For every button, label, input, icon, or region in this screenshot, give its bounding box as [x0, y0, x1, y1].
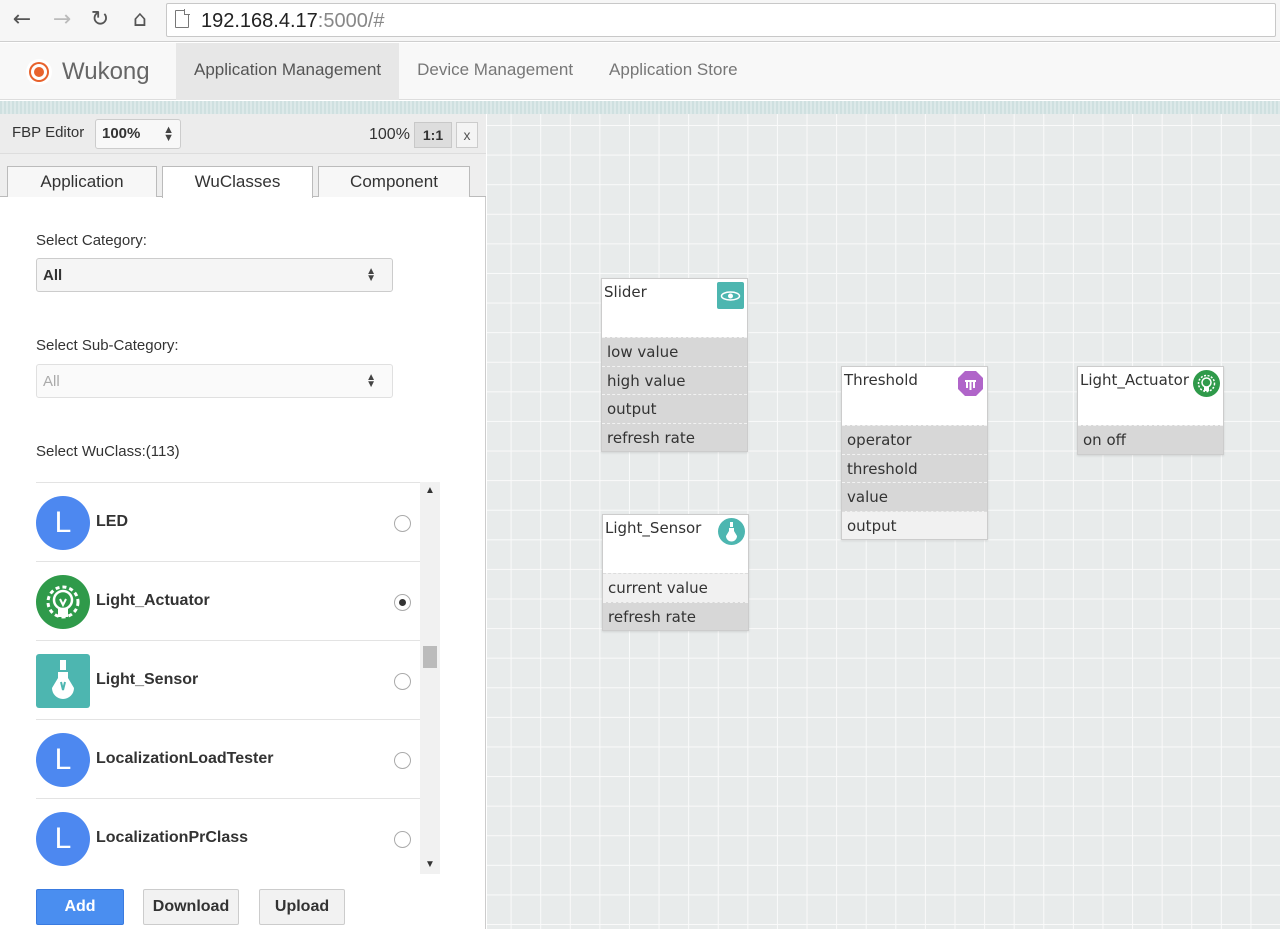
- brand-name: Wukong: [62, 57, 150, 85]
- node-title: Light_Actuator: [1080, 371, 1189, 389]
- reload-icon[interactable]: ↻: [86, 6, 114, 34]
- light-actuator-icon: [1193, 370, 1220, 397]
- panel-tabs: Application WuClasses Component: [0, 154, 486, 198]
- add-button[interactable]: Add: [36, 889, 124, 925]
- upload-button[interactable]: Upload: [259, 889, 345, 925]
- address-bar[interactable]: 192.168.4.17:5000/#: [166, 3, 1276, 37]
- tab-wuclasses[interactable]: WuClasses: [162, 166, 313, 198]
- list-item[interactable]: L LED: [36, 482, 420, 560]
- node-property[interactable]: on off: [1078, 425, 1223, 454]
- tab-application[interactable]: Application: [7, 166, 157, 197]
- list-item[interactable]: L LocalizationLoadTester: [36, 719, 420, 797]
- home-icon[interactable]: ⌂: [126, 6, 154, 34]
- browser-toolbar: ← → ↻ ⌂ 192.168.4.17:5000/#: [0, 0, 1280, 42]
- category-label: Select Category:: [36, 232, 147, 249]
- nav-application-store[interactable]: Application Store: [591, 43, 756, 100]
- node-property[interactable]: low value: [602, 337, 747, 366]
- light-sensor-icon: [36, 654, 90, 708]
- letter-l-icon: L: [36, 733, 90, 787]
- download-button[interactable]: Download: [143, 889, 239, 925]
- tab-component[interactable]: Component: [318, 166, 470, 197]
- node-threshold[interactable]: Threshold operator threshold value outpu…: [841, 366, 988, 540]
- list-item[interactable]: L LocalizationPrClass: [36, 798, 420, 874]
- node-slider[interactable]: Slider low value high value output refre…: [601, 278, 748, 452]
- letter-l-icon: L: [36, 812, 90, 866]
- letter-l-icon: L: [36, 496, 90, 550]
- zoom-reset-button[interactable]: 1:1: [414, 122, 452, 148]
- close-editor-button[interactable]: x: [456, 122, 478, 148]
- threshold-icon: [957, 370, 984, 397]
- wukong-logo-icon: [26, 58, 52, 85]
- back-arrow-icon[interactable]: ←: [8, 6, 36, 34]
- page-icon: [175, 9, 190, 28]
- zoom-select[interactable]: 100% ▲ ▼: [95, 119, 181, 149]
- zoom-value: 100%: [369, 126, 410, 143]
- node-light-actuator[interactable]: Light_Actuator on off: [1077, 366, 1224, 455]
- wuclass-label: Select WuClass:(113): [36, 443, 180, 460]
- subcategory-select[interactable]: All ▲ ▼: [36, 364, 393, 398]
- wuclass-list: L LED Light_Actuator Light_Sensor L Loca…: [36, 482, 420, 874]
- node-property[interactable]: refresh rate: [603, 601, 748, 630]
- wuclass-name: LocalizationLoadTester: [96, 750, 274, 767]
- list-item[interactable]: Light_Sensor: [36, 640, 420, 718]
- top-nav: Application Management Device Management…: [176, 43, 756, 100]
- node-title: Light_Sensor: [605, 519, 702, 537]
- url-text: 192.168.4.17:5000/#: [201, 10, 385, 32]
- wuclass-radio[interactable]: [394, 594, 411, 611]
- nav-device-management[interactable]: Device Management: [399, 43, 591, 100]
- brand[interactable]: Wukong: [26, 43, 150, 100]
- forward-arrow-icon[interactable]: →: [48, 6, 76, 34]
- wuclass-radio[interactable]: [394, 673, 411, 690]
- wuclass-name: LocalizationPrClass: [96, 829, 249, 846]
- app-header: Wukong Application Management Device Man…: [0, 43, 1280, 100]
- fbp-canvas[interactable]: Slider low value high value output refre…: [487, 114, 1280, 929]
- node-property[interactable]: current value: [603, 573, 748, 602]
- node-property[interactable]: high value: [602, 365, 747, 394]
- slider-icon: [717, 282, 744, 309]
- wuclass-radio[interactable]: [394, 831, 411, 848]
- light-sensor-icon: [718, 518, 745, 545]
- scroll-thumb[interactable]: [423, 646, 437, 668]
- header-divider: [0, 101, 1280, 114]
- scroll-down-icon[interactable]: ▼: [420, 856, 440, 874]
- wuclass-radio[interactable]: [394, 752, 411, 769]
- select-arrows-icon: ▲ ▼: [366, 372, 376, 390]
- select-arrows-icon: ▲ ▼: [366, 266, 376, 284]
- editor-label: FBP Editor: [12, 124, 85, 141]
- node-light-sensor[interactable]: Light_Sensor current value refresh rate: [602, 514, 749, 631]
- left-panel: FBP Editor 100% ▲ ▼ 100% 1:1 x Applicatio…: [0, 114, 486, 929]
- list-item[interactable]: Light_Actuator: [36, 561, 420, 639]
- wuclass-name: LED: [96, 513, 128, 530]
- node-title: Slider: [604, 283, 647, 301]
- select-arrows-icon: ▲ ▼: [163, 124, 174, 144]
- editor-toolbar: FBP Editor 100% ▲ ▼ 100% 1:1 x: [0, 114, 486, 154]
- wuclass-name: Light_Actuator: [96, 592, 210, 609]
- node-title: Threshold: [844, 371, 918, 389]
- wuclass-radio[interactable]: [394, 515, 411, 532]
- node-property[interactable]: output: [602, 394, 747, 423]
- node-property[interactable]: value: [842, 482, 987, 511]
- scroll-up-icon[interactable]: ▲: [420, 482, 440, 500]
- node-property[interactable]: threshold: [842, 453, 987, 482]
- wuclass-list-scrollbar[interactable]: ▲ ▼: [420, 482, 440, 874]
- category-select[interactable]: All ▲ ▼: [36, 258, 393, 292]
- light-actuator-icon: [36, 575, 90, 629]
- subcategory-label: Select Sub-Category:: [36, 337, 179, 354]
- nav-application-management[interactable]: Application Management: [176, 43, 400, 100]
- node-property[interactable]: refresh rate: [602, 422, 747, 451]
- node-property[interactable]: output: [842, 510, 987, 539]
- node-property[interactable]: operator: [842, 425, 987, 454]
- wuclass-name: Light_Sensor: [96, 671, 199, 688]
